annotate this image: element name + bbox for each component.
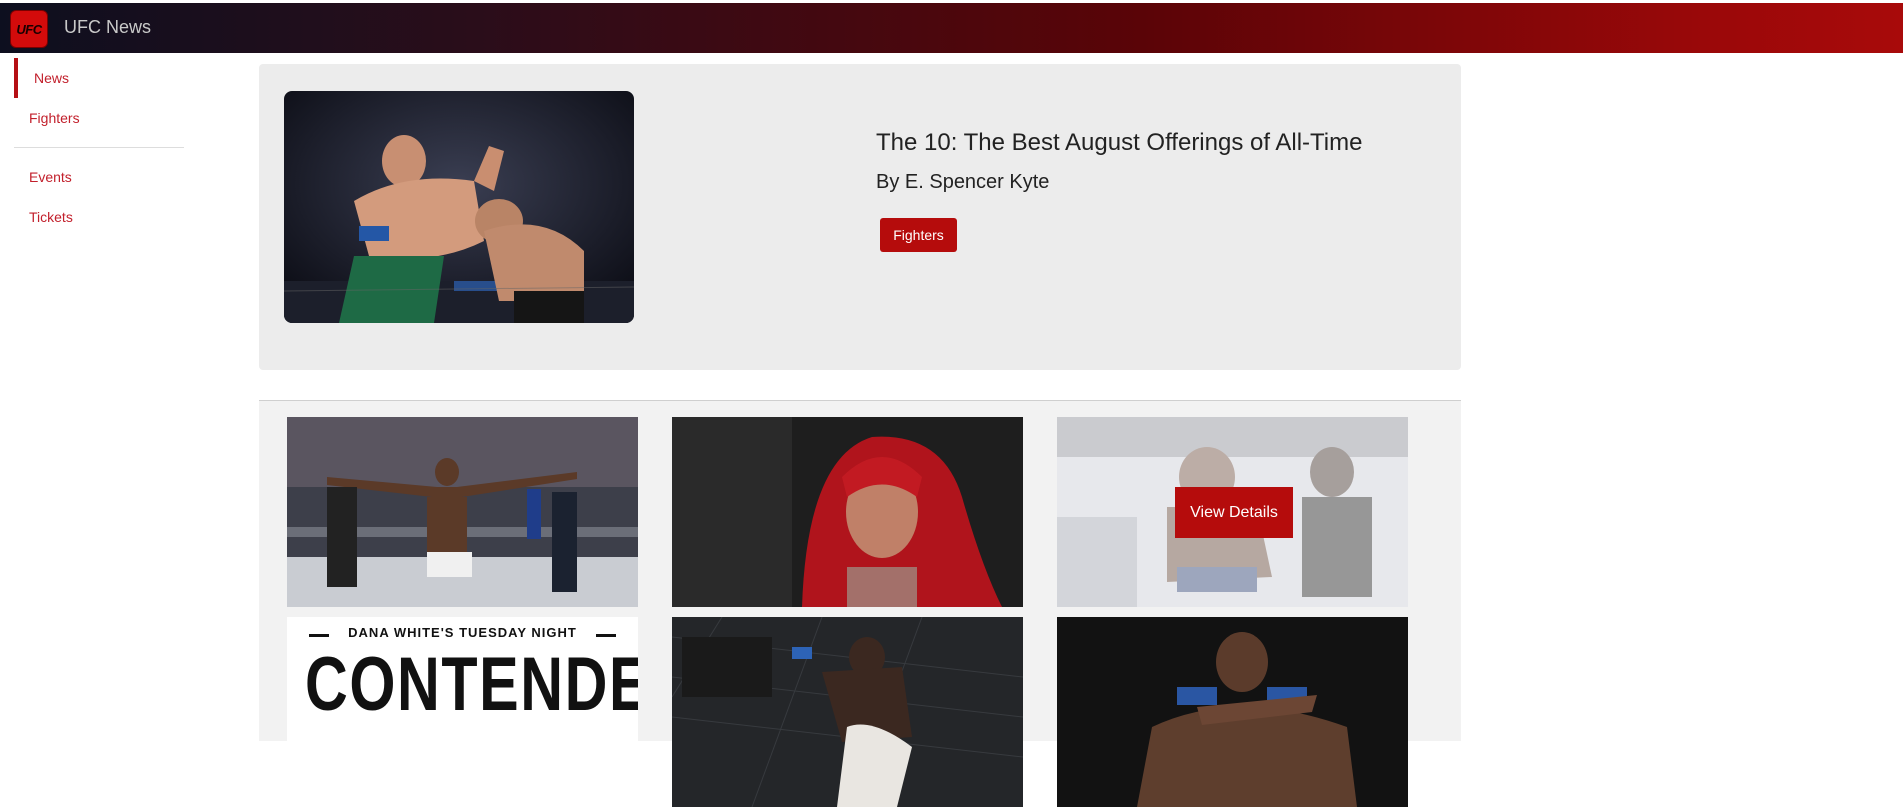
sidebar-item-news[interactable]: News (34, 70, 69, 86)
poster-rule-right (596, 634, 616, 637)
featured-title[interactable]: The 10: The Best August Offerings of All… (876, 129, 1362, 157)
news-tile[interactable] (287, 417, 638, 607)
view-details-button[interactable]: View Details (1175, 487, 1293, 538)
ufc-logo-icon[interactable]: UFC (10, 10, 48, 48)
featured-author: By E. Spencer Kyte (876, 171, 1050, 193)
sidebar-item-events[interactable]: Events (29, 169, 72, 185)
poster-header: DANA WHITE'S TUESDAY NIGHT (348, 625, 577, 640)
sidebar-divider (14, 147, 184, 148)
sidebar-item-tickets[interactable]: Tickets (29, 209, 73, 225)
fighters-tag-button[interactable]: Fighters (880, 218, 957, 252)
sidebar-item-fighters[interactable]: Fighters (29, 110, 80, 126)
news-tile-hovered[interactable]: View Details (1057, 417, 1408, 607)
featured-image[interactable] (284, 91, 634, 323)
poster-title: CONTENDER (305, 642, 638, 727)
news-grid: View Details DANA WHITE'S TUESDAY NIGHT … (259, 400, 1461, 807)
news-tile[interactable] (672, 617, 1023, 807)
logo-text: UFC (16, 21, 42, 37)
app-title[interactable]: UFC News (64, 17, 151, 38)
news-tile[interactable] (672, 417, 1023, 607)
news-tile[interactable] (1057, 617, 1408, 807)
featured-article: The 10: The Best August Offerings of All… (259, 64, 1461, 370)
active-indicator (14, 58, 18, 98)
news-tile-contender[interactable]: DANA WHITE'S TUESDAY NIGHT CONTENDER (287, 617, 638, 807)
top-navbar: UFC UFC News (0, 3, 1903, 53)
